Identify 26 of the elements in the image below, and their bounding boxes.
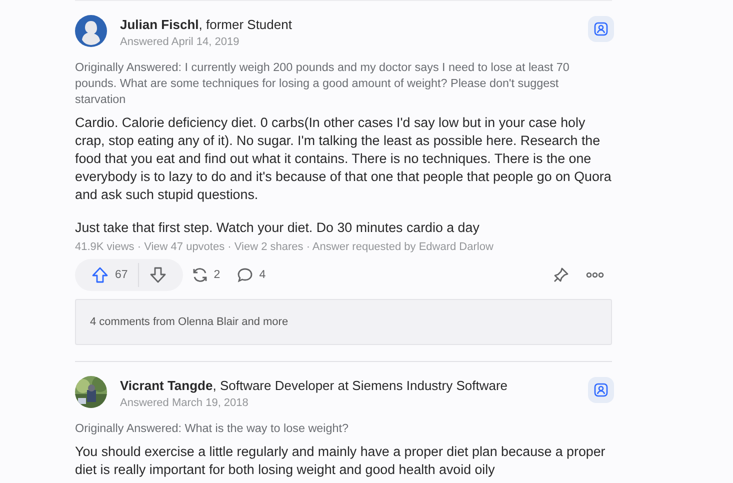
person-add-icon bbox=[594, 383, 608, 397]
answer-paragraph: Cardio. Calorie deficiency diet. 0 carbs(In other cases I'd say low but in your case holy crap, stop eating any of it). No sugar. I'm talking the least as possible here. Research the food that you eat and find out what it contains. There is no techniques. There is the one everybody is to lazy to do and it's because of that one that people that people go on Quora and ask such stupid questions. bbox=[75, 114, 612, 204]
answer-date: Answered April 14, 2019 bbox=[120, 36, 240, 48]
comment-button[interactable]: 4 bbox=[228, 260, 274, 290]
answer-stats: 41.9K views · View 47 upvotes · View 2 shares · Answer requested by Edward Darlow bbox=[75, 241, 494, 253]
person-add-icon bbox=[594, 22, 608, 36]
pin-icon bbox=[552, 266, 570, 284]
question-text: Originally Answered: What is the way to lose weight? bbox=[75, 421, 350, 437]
follow-button[interactable] bbox=[588, 16, 614, 42]
comment-icon bbox=[236, 266, 254, 284]
author-line: Vicrant Tangde, Software Developer at Siemens Industry Software bbox=[120, 378, 509, 393]
question-text: Originally Answered: I currently weigh 200 pounds and my doctor says I need to lose at least 70 pounds. What are some techniques for losing a good amount of weight? Please don't suggest starvation bbox=[75, 60, 570, 108]
share-button[interactable]: 2 bbox=[182, 260, 228, 290]
answer-paragraph: Just take that first step. Watch your diet. Do 30 minutes cardio a day bbox=[75, 219, 480, 237]
answer-date: Answered March 19, 2018 bbox=[120, 397, 250, 409]
comments-summary: 4 comments from Olenna Blair and more bbox=[90, 316, 288, 328]
downvote-icon bbox=[148, 266, 167, 284]
upvote-button[interactable]: 67 bbox=[81, 260, 138, 290]
answer-paragraph: You should exercise a little regularly and mainly have a proper diet plan because a proper diet is really important for both losing weight and good health avoid oily bbox=[75, 443, 606, 479]
more-icon bbox=[586, 272, 604, 278]
upvote-icon bbox=[91, 266, 109, 284]
comments-panel[interactable]: 4 comments from Olenna Blair and more bbox=[75, 299, 612, 345]
avatar-icon bbox=[75, 15, 107, 47]
author-line: Julian Fischl, former Student bbox=[120, 17, 293, 32]
share-icon bbox=[190, 266, 209, 284]
follow-button[interactable] bbox=[588, 377, 614, 403]
